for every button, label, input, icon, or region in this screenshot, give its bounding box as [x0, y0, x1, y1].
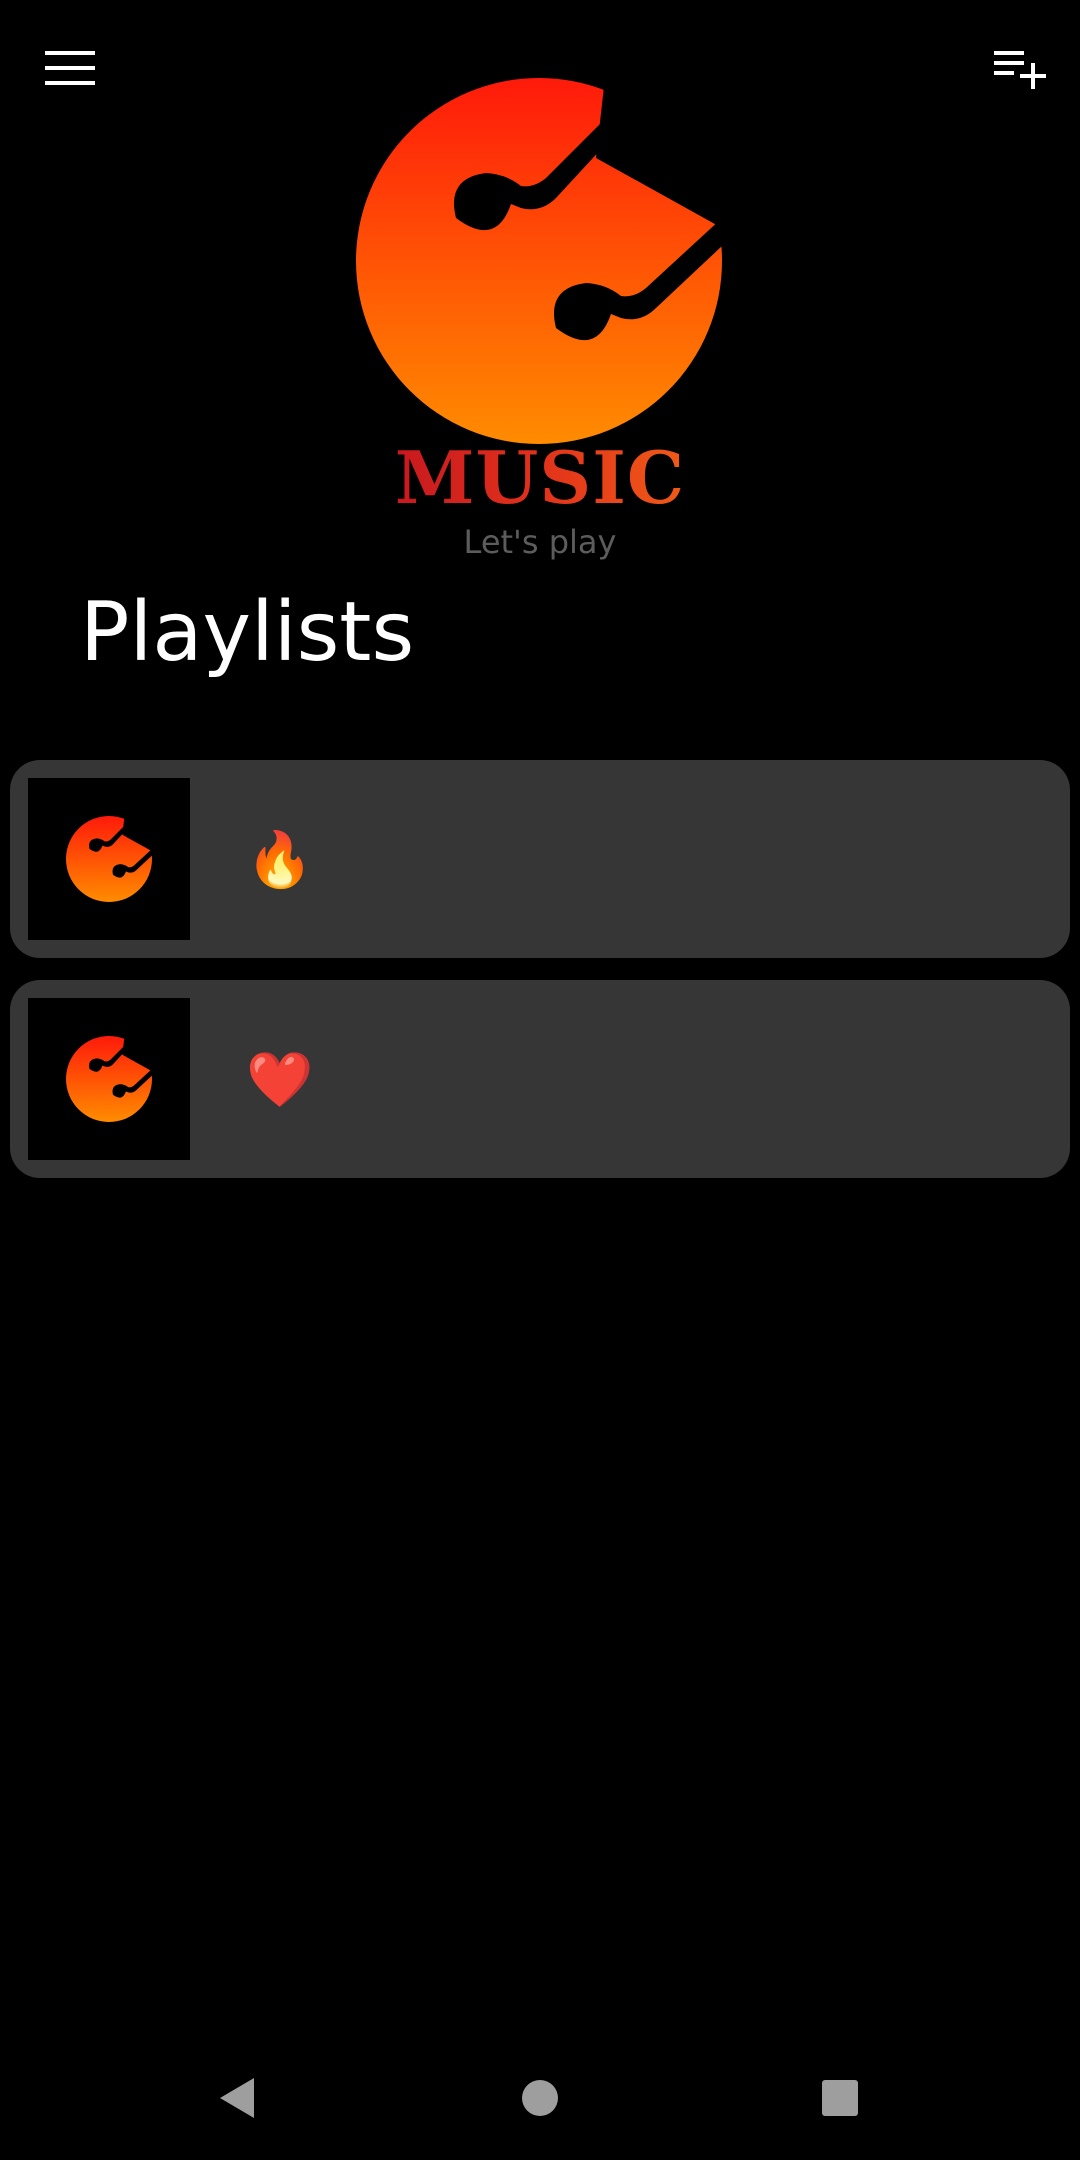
music-app-screen: MUSIC Let's play Playlists 🔥 ❤️ — [0, 0, 1080, 2160]
back-triangle-icon — [218, 2076, 258, 2124]
playlist-item[interactable]: 🔥 — [10, 760, 1070, 958]
music-logo-icon — [66, 816, 152, 902]
app-logo: MUSIC Let's play — [340, 60, 740, 570]
home-circle-icon — [520, 2078, 560, 2122]
music-logo-icon — [356, 78, 722, 444]
logo-tagline: Let's play — [463, 523, 617, 561]
playlist-name: ❤️ — [246, 1048, 314, 1111]
playlist-list: 🔥 ❤️ — [10, 760, 1070, 1200]
playlist-thumbnail — [28, 998, 190, 1160]
music-logo-icon — [66, 1036, 152, 1122]
logo-text: MUSIC — [394, 435, 686, 520]
playlist-item[interactable]: ❤️ — [10, 980, 1070, 1178]
recents-square-icon — [820, 2078, 860, 2122]
playlist-name: 🔥 — [246, 828, 314, 891]
recents-button[interactable] — [800, 2060, 880, 2140]
system-navigation-bar — [0, 2040, 1080, 2160]
menu-button[interactable] — [30, 38, 110, 102]
playlist-add-icon — [994, 49, 1046, 93]
back-button[interactable] — [198, 2060, 278, 2140]
playlist-thumbnail — [28, 778, 190, 940]
home-button[interactable] — [500, 2060, 580, 2140]
hamburger-menu-icon — [45, 51, 95, 89]
page-title: Playlists — [80, 585, 415, 680]
add-playlist-button[interactable] — [980, 36, 1060, 106]
logo-wordmark: MUSIC — [340, 442, 740, 514]
